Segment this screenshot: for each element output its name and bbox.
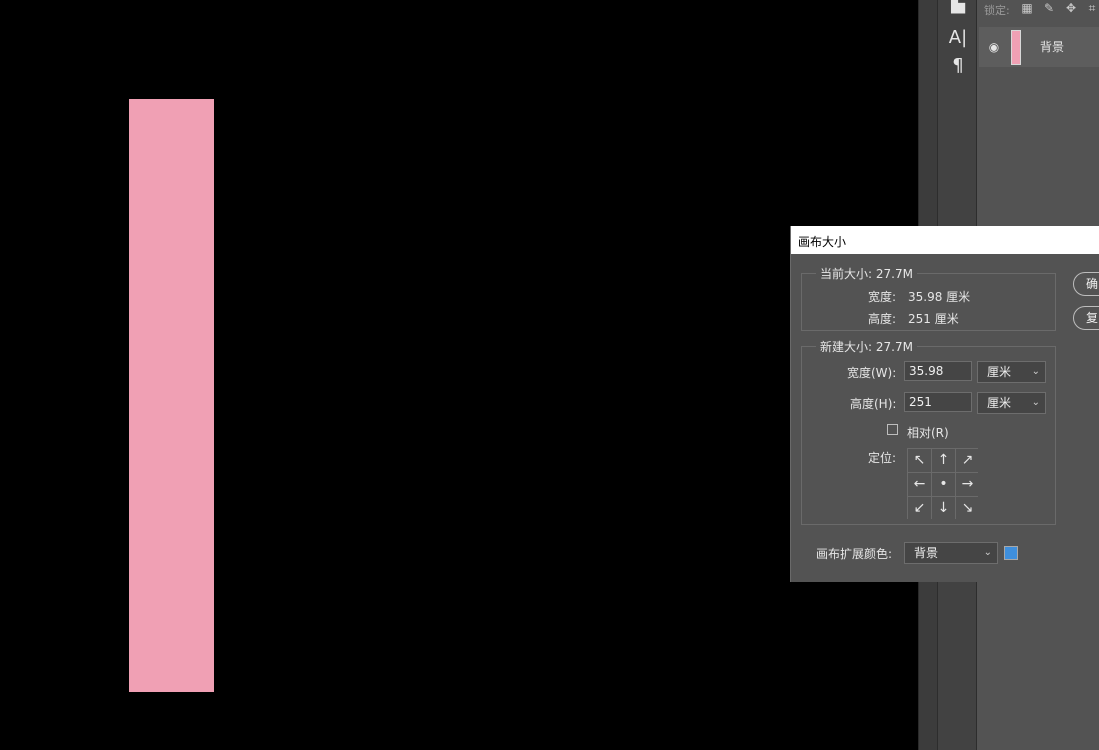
document-icon[interactable]: ▙ <box>944 0 972 16</box>
lock-artboard-icon[interactable]: ⌗ <box>1085 1 1099 15</box>
current-height-label: 高度: <box>868 312 897 326</box>
current-height-value: 251 厘米 <box>908 312 959 326</box>
lock-move-icon[interactable]: ✥ <box>1064 1 1078 15</box>
dialog-titlebar[interactable]: 画布大小 <box>791 226 1099 254</box>
dialog-title: 画布大小 <box>798 235 847 249</box>
anchor-center-dot-icon[interactable]: • <box>932 473 955 496</box>
anchor-grid: ↖ ↑ ↗ ← • → ↙ ↓ ↘ <box>907 448 979 520</box>
eye-icon[interactable]: ◉ <box>987 40 1001 54</box>
anchor-left-arrow-icon[interactable]: ← <box>908 473 931 496</box>
layer-thumbnail <box>1011 30 1021 65</box>
extension-color-swatch[interactable] <box>1004 546 1018 560</box>
current-width-label: 宽度: <box>868 290 897 304</box>
anchor-top-left-arrow-icon[interactable]: ↖ <box>908 449 931 472</box>
current-size-title: 当前大小: 27.7M <box>816 265 917 282</box>
height-unit-select[interactable]: 厘米 ⌄ <box>977 392 1046 414</box>
anchor-bottom-arrow-icon[interactable]: ↓ <box>932 497 955 520</box>
height-input[interactable]: 251 <box>904 392 972 412</box>
new-width-label: 宽度(W): <box>847 366 897 380</box>
lock-transparent-icon[interactable]: ▦ <box>1020 1 1034 15</box>
chevron-down-icon: ⌄ <box>983 547 992 558</box>
chevron-down-icon: ⌄ <box>1031 366 1040 377</box>
lock-label: 锁定: <box>984 4 1010 17</box>
layer-row[interactable]: ◉ 背景 <box>979 27 1099 67</box>
width-unit-select[interactable]: 厘米 ⌄ <box>977 361 1046 383</box>
extension-color-label: 画布扩展颜色: <box>816 547 893 561</box>
new-height-label: 高度(H): <box>850 397 897 411</box>
height-unit-value: 厘米 <box>987 396 1012 410</box>
canvas-area[interactable] <box>0 0 918 750</box>
relative-checkbox[interactable] <box>887 424 898 435</box>
anchor-right-arrow-icon[interactable]: → <box>956 473 979 496</box>
anchor-top-right-arrow-icon[interactable]: ↗ <box>956 449 979 472</box>
layer-name: 背景 <box>1040 40 1065 54</box>
paragraph-tool-button[interactable]: ¶ <box>944 54 972 78</box>
pink-rectangle-artwork <box>129 99 214 692</box>
ok-button[interactable]: 确 <box>1073 272 1099 296</box>
reset-button[interactable]: 复 <box>1073 306 1099 330</box>
current-width-value: 35.98 厘米 <box>908 290 971 304</box>
anchor-bottom-right-arrow-icon[interactable]: ↘ <box>956 497 979 520</box>
lock-paint-icon[interactable]: ✎ <box>1042 1 1056 15</box>
width-unit-value: 厘米 <box>987 365 1012 379</box>
chevron-down-icon: ⌄ <box>1031 397 1040 408</box>
extension-color-select[interactable]: 背景 ⌄ <box>904 542 998 564</box>
anchor-top-arrow-icon[interactable]: ↑ <box>932 449 955 472</box>
relative-label[interactable]: 相对(R) <box>907 424 949 441</box>
width-input[interactable]: 35.98 <box>904 361 972 381</box>
text-tool-button[interactable]: A| <box>944 26 972 50</box>
anchor-label: 定位: <box>868 451 897 465</box>
extension-color-value: 背景 <box>914 546 939 560</box>
lock-row: 锁定: ▦ ✎ ✥ ⌗ <box>977 0 1099 20</box>
new-size-title: 新建大小: 27.7M <box>816 338 917 355</box>
anchor-bottom-left-arrow-icon[interactable]: ↙ <box>908 497 931 520</box>
